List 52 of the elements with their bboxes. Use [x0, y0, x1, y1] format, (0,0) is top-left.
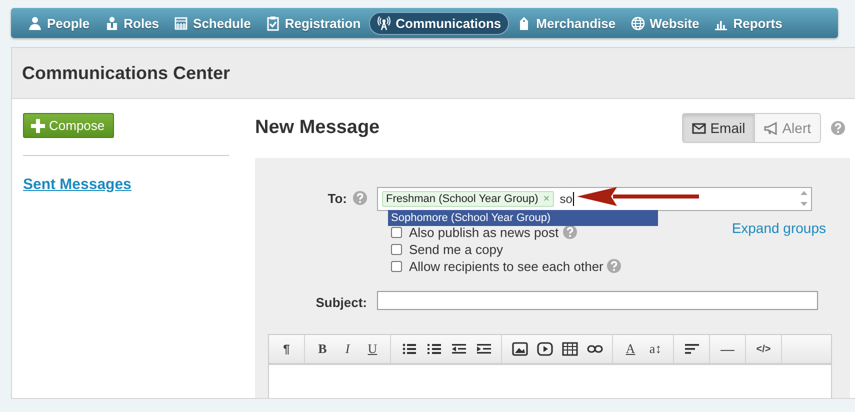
- nav-tab[interactable]: Roles: [98, 12, 166, 34]
- option-label: Allow recipients to see each other: [409, 258, 604, 274]
- nav-tab[interactable]: People: [21, 12, 97, 34]
- bulleted-list-icon: [400, 341, 416, 357]
- page-title: Communications Center: [22, 62, 230, 84]
- token-label: Freshman (School Year Group): [386, 193, 538, 205]
- sent-messages-link[interactable]: Sent Messages: [23, 176, 132, 193]
- plus-icon: [31, 118, 45, 132]
- checkbox[interactable]: [391, 226, 402, 238]
- checkbox[interactable]: [391, 260, 402, 272]
- envelope-icon: [692, 122, 706, 134]
- person-icon: [104, 16, 119, 30]
- numbered-list-icon: [426, 341, 442, 357]
- message-editor[interactable]: ¶ B I U A a↕ — </>: [268, 334, 832, 398]
- checkbox[interactable]: [391, 244, 402, 254]
- video-icon: [536, 341, 552, 357]
- section-heading: New Message: [255, 117, 380, 139]
- bold-button[interactable]: B: [310, 338, 335, 360]
- help-icon: [353, 191, 367, 205]
- person-icon: [28, 16, 42, 30]
- nav-tab[interactable]: Schedule: [167, 12, 258, 34]
- subject-field[interactable]: [377, 291, 818, 310]
- color-button[interactable]: A: [618, 338, 643, 360]
- to-label: To:: [328, 190, 347, 206]
- megaphone-icon: [764, 122, 778, 134]
- nav-tab[interactable]: Merchandise: [510, 12, 623, 34]
- calendar-icon: [174, 16, 188, 30]
- scroll-arrows-icon: [800, 190, 808, 207]
- nav-tab[interactable]: Reports: [707, 12, 790, 34]
- paragraph-button[interactable]: ¶: [274, 338, 299, 360]
- underline-button[interactable]: U: [360, 338, 385, 360]
- code-button[interactable]: </>: [751, 338, 776, 360]
- typed-text: so: [560, 192, 574, 206]
- align-icon: [684, 341, 700, 357]
- nav-tab[interactable]: Website: [624, 12, 706, 34]
- email-button[interactable]: Email: [682, 113, 756, 143]
- italic-button[interactable]: I: [335, 338, 360, 360]
- image-icon: [512, 341, 528, 357]
- clipboard-icon: [266, 16, 280, 30]
- nav-tab[interactable]: Registration: [258, 12, 368, 34]
- suggestion-dropdown[interactable]: Sophomore (School Year Group): [388, 210, 658, 226]
- subject-label: Subject:: [316, 294, 367, 310]
- antenna-icon: [376, 16, 391, 30]
- size-button[interactable]: a↕: [643, 338, 668, 360]
- option-label: Send me a copy: [409, 242, 503, 256]
- recipient-field[interactable]: Freshman (School Year Group) × so: [377, 187, 812, 211]
- globe-icon: [630, 16, 645, 30]
- nav-tab[interactable]: Communications: [368, 12, 510, 34]
- help-icon: [831, 121, 845, 135]
- rule-button[interactable]: —: [715, 338, 740, 360]
- option-label: Also publish as news post: [409, 224, 559, 240]
- table-icon: [562, 341, 578, 357]
